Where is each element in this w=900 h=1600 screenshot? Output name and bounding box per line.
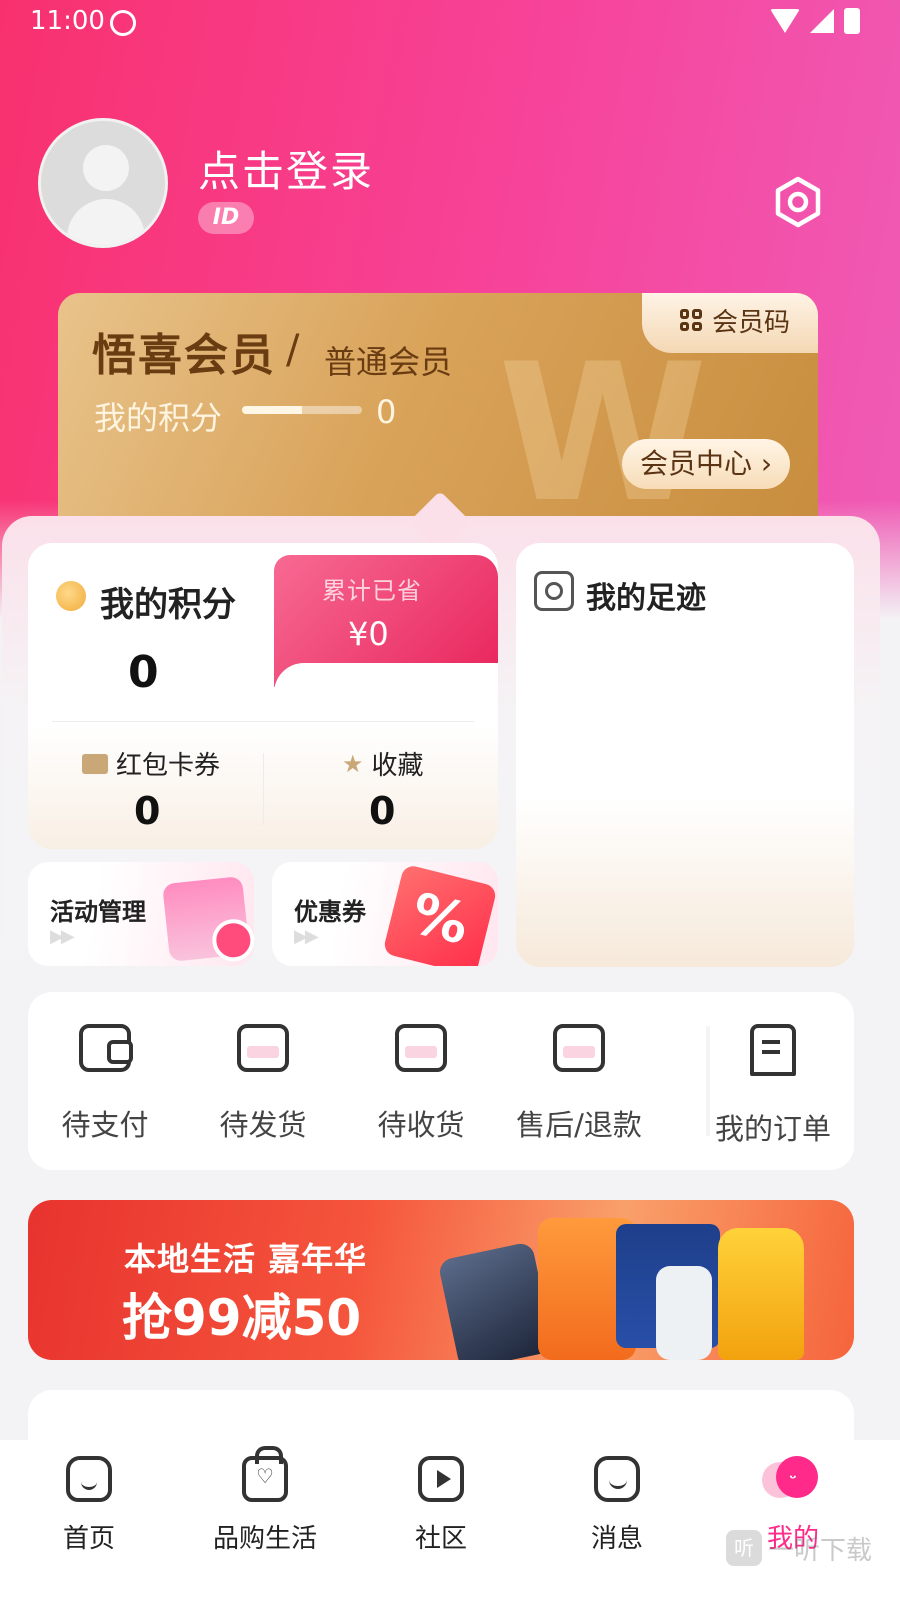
order-label: 售后/退款 xyxy=(516,1108,642,1142)
saved-tab-curve xyxy=(274,663,498,723)
order-after-sales[interactable]: 售后/退款 xyxy=(504,1024,654,1144)
orders-section: 待支付 待发货 待收货 售后/退款 我的订单 xyxy=(28,992,854,1170)
member-separator: / xyxy=(286,327,300,373)
member-center-button[interactable]: 会员中心 › xyxy=(622,439,790,489)
order-pending-shipment[interactable]: 待发货 xyxy=(188,1024,338,1144)
watermark-text: 一听下载 xyxy=(768,1535,873,1566)
return-icon xyxy=(553,1024,605,1072)
milk-carton-product-image xyxy=(656,1266,712,1360)
shopping-bag-icon xyxy=(242,1446,288,1502)
my-orders[interactable]: 我的订单 xyxy=(698,1024,848,1148)
tab-home[interactable]: 首页 xyxy=(14,1456,164,1555)
member-points-label: 我的积分 xyxy=(94,399,223,437)
receipt-icon xyxy=(750,1024,796,1076)
favorites-label: 收藏 xyxy=(371,751,424,781)
favorites-entry[interactable]: ★ 收藏 xyxy=(342,745,424,782)
avatar[interactable] xyxy=(38,118,168,248)
tab-messages[interactable]: 消息 xyxy=(542,1456,692,1555)
watermark: 听 一听下载 xyxy=(726,1528,894,1568)
banner-title: 抢99减50 xyxy=(122,1289,362,1347)
wallet-icon xyxy=(79,1024,133,1072)
coupon-card[interactable]: 优惠券 ▶▶ % xyxy=(272,862,498,966)
order-label: 待发货 xyxy=(219,1108,307,1142)
double-arrow-icon: ▶▶ xyxy=(294,926,319,947)
order-pending-payment[interactable]: 待支付 xyxy=(30,1024,180,1144)
status-time: 11:00 xyxy=(30,6,105,36)
coin-icon xyxy=(56,581,86,611)
profile-face-icon: ᵕ xyxy=(762,1456,818,1502)
points-title: 我的积分 xyxy=(100,585,236,625)
coupon-illustration: % xyxy=(382,863,498,966)
order-label: 待支付 xyxy=(61,1108,149,1142)
member-code-label: 会员码 xyxy=(711,307,790,338)
coupons-value: 0 xyxy=(134,789,161,833)
bottom-tab-bar: 首页 品购生活 社区 消息 ᵕ 我的 xyxy=(0,1440,900,1600)
banner-subtitle: 本地生活 嘉年华 xyxy=(124,1240,368,1278)
points-value: 0 xyxy=(128,647,159,698)
login-link[interactable]: 点击登录 xyxy=(198,138,374,199)
double-arrow-icon: ▶▶ xyxy=(50,926,75,947)
my-orders-label: 我的订单 xyxy=(714,1112,831,1146)
tab-shopping[interactable]: 品购生活 xyxy=(190,1446,340,1555)
tab-label: 首页 xyxy=(62,1524,115,1554)
tab-label: 品购生活 xyxy=(212,1524,317,1554)
coupons-entry[interactable]: 红包卡券 xyxy=(82,745,220,782)
ticket-icon xyxy=(82,753,108,774)
points-progress-bar xyxy=(242,406,362,414)
avatar-body xyxy=(67,199,145,245)
saved-value: ¥0 xyxy=(348,615,389,653)
activity-management-card[interactable]: 活动管理 ▶▶ xyxy=(28,862,254,966)
footprint-icon xyxy=(534,571,574,611)
member-points-value: 0 xyxy=(376,393,397,431)
order-pending-receipt[interactable]: 待收货 xyxy=(346,1024,496,1144)
member-level: 普通会员 xyxy=(324,343,453,381)
box-icon xyxy=(237,1024,289,1072)
points-divider xyxy=(52,721,474,722)
favorites-value: 0 xyxy=(369,789,396,833)
footprint-title: 我的足迹 xyxy=(586,581,706,616)
saved-label: 累计已省 xyxy=(322,577,422,605)
box-check-icon xyxy=(395,1024,447,1072)
order-label: 待收货 xyxy=(377,1108,465,1142)
footprint-card[interactable]: 我的足迹 xyxy=(516,543,854,967)
status-bar: 11:00 xyxy=(0,0,900,46)
watermark-logo: 听 xyxy=(726,1530,762,1566)
points-card[interactable]: 累计已省 ¥0 我的积分 0 红包卡券 0 ★ 收藏 0 xyxy=(28,543,498,849)
points-vertical-divider xyxy=(263,753,264,825)
wifi-icon xyxy=(770,9,800,33)
promo-banner[interactable]: 本地生活 嘉年华 抢99减50 xyxy=(28,1200,854,1360)
member-brand: 悟喜会员 xyxy=(92,330,276,381)
play-icon xyxy=(418,1456,464,1502)
message-icon xyxy=(594,1456,640,1502)
avatar-head xyxy=(83,145,129,191)
activity-management-label: 活动管理 xyxy=(50,898,146,926)
points-progress-fill xyxy=(242,406,302,414)
battery-icon xyxy=(844,8,860,34)
status-icons xyxy=(770,8,860,34)
signal-icon xyxy=(810,9,834,33)
tab-label: 社区 xyxy=(414,1524,467,1554)
settings-icon[interactable] xyxy=(772,176,824,228)
notification-icon xyxy=(110,10,136,36)
member-card-watermark: W xyxy=(498,323,708,533)
coupons-label: 红包卡券 xyxy=(116,751,221,781)
home-icon xyxy=(66,1456,112,1502)
member-code-button[interactable]: 会员码 xyxy=(642,293,818,353)
calendar-illustration xyxy=(162,876,250,962)
coupon-label: 优惠券 xyxy=(294,898,366,926)
qr-code-icon xyxy=(679,309,702,331)
tab-label: 消息 xyxy=(590,1524,643,1554)
tab-community[interactable]: 社区 xyxy=(366,1456,516,1555)
cooking-oil-product-image xyxy=(718,1228,804,1360)
id-badge: ID xyxy=(198,202,254,234)
star-icon: ★ xyxy=(342,749,364,778)
